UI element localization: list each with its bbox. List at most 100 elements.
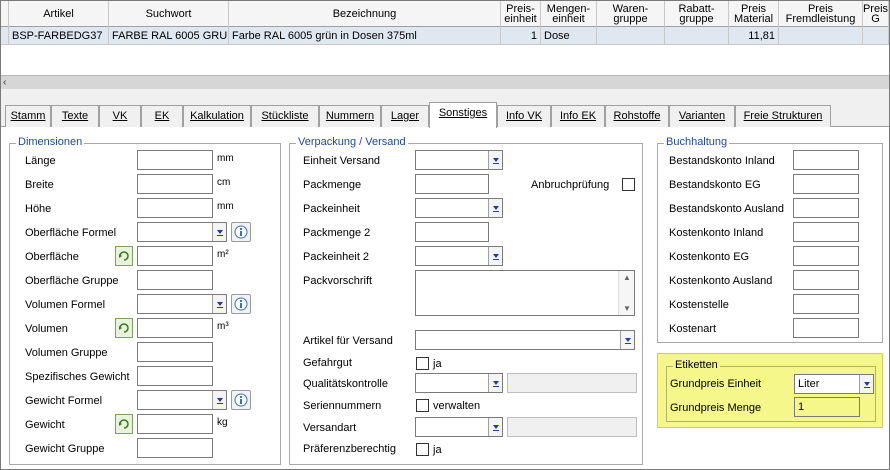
oberflaeche-input[interactable] (137, 246, 213, 266)
gewicht-input[interactable] (137, 414, 213, 434)
volumen-input[interactable] (137, 318, 213, 338)
oberflaeche-formel-select[interactable] (137, 222, 227, 242)
cell-preiseinheit[interactable]: 1 (501, 27, 541, 45)
info-icon[interactable] (231, 222, 251, 242)
splitter[interactable] (1, 89, 889, 99)
dropdown-arrow-icon[interactable] (488, 418, 502, 436)
col-preisfremd[interactable]: Preis Fremdleistung (779, 1, 863, 27)
tab-info-ek[interactable]: Info EK (551, 105, 605, 127)
textarea-scrollbar[interactable]: ▲ ▼ (618, 271, 634, 315)
tab-rohstoffe[interactable]: Rohstoffe (605, 105, 669, 127)
tab-stamm[interactable]: Stamm (5, 105, 51, 127)
col-artikel[interactable]: Artikel (9, 1, 109, 27)
cell-suchwort[interactable]: FARBE RAL 6005 GRUI (109, 27, 229, 45)
cell-rabattgruppe[interactable] (665, 27, 729, 45)
qualitaetskontrolle-select[interactable] (415, 373, 503, 393)
grundpreis-einheit-select[interactable]: Liter (794, 374, 874, 394)
dropdown-arrow-icon[interactable] (212, 223, 226, 241)
packeinheit2-select[interactable] (415, 246, 503, 266)
kosten-inland-input[interactable] (793, 222, 859, 242)
packeinheit-select[interactable] (415, 198, 503, 218)
col-warengruppe[interactable]: Waren- gruppe (597, 1, 665, 27)
cell-mengeneinheit[interactable]: Dose (541, 27, 597, 45)
tab-texte[interactable]: Texte (51, 105, 99, 127)
tab-vk[interactable]: VK (99, 105, 141, 127)
col-preiseinheit[interactable]: Preis- einheit (501, 1, 541, 27)
dropdown-arrow-icon[interactable] (488, 374, 502, 392)
gewicht-gruppe-input[interactable] (137, 438, 213, 458)
grid-horizontal-scrollbar[interactable]: ‹ (1, 75, 889, 89)
tab-label: Lager (390, 110, 420, 122)
calculate-icon[interactable] (115, 414, 133, 434)
label-laenge: Länge (25, 155, 56, 167)
kostenstelle-input[interactable] (793, 294, 859, 314)
tab-ek[interactable]: EK (141, 105, 183, 127)
tab-lager[interactable]: Lager (381, 105, 429, 127)
calculate-icon[interactable] (115, 246, 133, 266)
dropdown-arrow-icon[interactable] (488, 199, 502, 217)
col-rabattgruppe[interactable]: Rabatt- gruppe (665, 1, 729, 27)
cell-bezeichnung[interactable]: Farbe RAL 6005 grün in Dosen 375ml (229, 27, 501, 45)
gewicht-formel-select[interactable] (137, 390, 227, 410)
tab-kalkulation[interactable]: Kalkulation (183, 105, 251, 127)
cell-preismaterial[interactable]: 11,81 (729, 27, 779, 45)
tab-sonstiges[interactable]: Sonstiges (429, 102, 497, 128)
hoehe-input[interactable] (137, 198, 213, 218)
packvorschrift-textarea[interactable]: ▲ ▼ (415, 270, 635, 316)
tab-label: Nummern (325, 110, 375, 122)
scroll-left-icon[interactable]: ‹ (3, 77, 6, 88)
kosten-eg-input[interactable] (793, 246, 859, 266)
col-preismaterial[interactable]: Preis Material (729, 1, 779, 27)
tab-varianten[interactable]: Varianten (669, 105, 735, 127)
col-preisg[interactable]: Preis G (863, 1, 889, 27)
einheit-versand-select[interactable] (415, 150, 503, 170)
dropdown-arrow-icon[interactable] (212, 295, 226, 313)
dropdown-arrow-icon[interactable] (488, 247, 502, 265)
packmenge2-input[interactable] (415, 222, 489, 242)
label-packeinheit: Packeinheit (303, 203, 360, 215)
label-breite: Breite (25, 179, 54, 191)
laenge-input[interactable] (137, 150, 213, 170)
breite-input[interactable] (137, 174, 213, 194)
kostenart-input[interactable] (793, 318, 859, 338)
grundpreis-menge-input[interactable]: 1 (794, 397, 860, 417)
col-suchwort[interactable]: Suchwort (109, 1, 229, 27)
tab-info-vk[interactable]: Info VK (497, 105, 551, 127)
calculate-icon[interactable] (115, 318, 133, 338)
label-volumen: Volumen (25, 323, 68, 335)
kosten-ausland-input[interactable] (793, 270, 859, 290)
bestand-inland-input[interactable] (793, 150, 859, 170)
bestand-eg-input[interactable] (793, 174, 859, 194)
dropdown-arrow-icon[interactable] (488, 151, 502, 169)
tab-freie-strukturen[interactable]: Freie Strukturen (735, 105, 831, 127)
cell-artikel[interactable]: BSP-FARBEDG37 (9, 27, 109, 45)
info-icon[interactable] (231, 294, 251, 314)
info-icon[interactable] (231, 390, 251, 410)
dropdown-arrow-icon[interactable] (620, 331, 634, 349)
packmenge-input[interactable] (415, 174, 489, 194)
dropdown-arrow-icon[interactable] (859, 375, 873, 393)
bestand-ausland-input[interactable] (793, 198, 859, 218)
artikel-versand-select[interactable] (415, 330, 635, 350)
volumen-gruppe-input[interactable] (137, 342, 213, 362)
cell-preisfremd[interactable] (779, 27, 863, 45)
table-row[interactable]: BSP-FARBEDG37 FARBE RAL 6005 GRUI Farbe … (1, 27, 889, 45)
spez-gewicht-input[interactable] (137, 366, 213, 386)
tab-stueckliste[interactable]: Stückliste (251, 105, 319, 127)
anbruchpruefung-checkbox[interactable] (622, 178, 635, 191)
scroll-up-icon[interactable]: ▲ (623, 273, 631, 282)
volumen-formel-select[interactable] (137, 294, 227, 314)
oberflaeche-gruppe-input[interactable] (137, 270, 213, 290)
scroll-down-icon[interactable]: ▼ (623, 304, 631, 313)
col-bezeichnung[interactable]: Bezeichnung (229, 1, 501, 27)
dropdown-arrow-icon[interactable] (212, 391, 226, 409)
col-mengeneinheit[interactable]: Mengen- einheit (541, 1, 597, 27)
article-grid: Artikel Suchwort Bezeichnung Preis- einh… (1, 1, 889, 75)
praeferenz-checkbox[interactable] (416, 443, 429, 456)
cell-preisg[interactable] (863, 27, 889, 45)
tab-nummern[interactable]: Nummern (319, 105, 381, 127)
seriennummern-checkbox[interactable] (416, 399, 429, 412)
cell-warengruppe[interactable] (597, 27, 665, 45)
gefahrgut-checkbox[interactable] (416, 357, 429, 370)
versandart-select[interactable] (415, 417, 503, 437)
